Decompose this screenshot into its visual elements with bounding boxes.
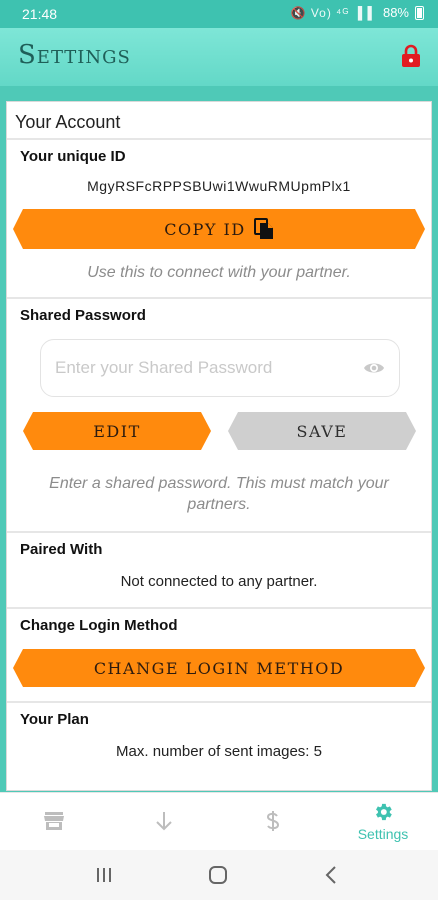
- status-time: 21:48: [22, 6, 58, 22]
- plan-detail: Max. number of sent images: 5: [116, 743, 322, 760]
- gear-icon: [376, 803, 392, 821]
- status-icons: 🔇 Vo) ⁴ᴳ ▐ ▌ 88%: [291, 5, 424, 20]
- signal-icons: 🔇 Vo) ⁴ᴳ ▐ ▌: [290, 5, 377, 20]
- unique-id-section: Your unique ID MgyRSFcRPPSBUwi1WwuRMUpmP…: [7, 140, 431, 299]
- nav-item-store[interactable]: [9, 793, 99, 851]
- app-bar: Settings: [0, 28, 438, 86]
- shared-password-label: Shared Password: [20, 307, 146, 324]
- your-account-header: Your Account: [7, 102, 431, 140]
- change-login-method-label: CHANGE LOGIN METHOD: [93, 658, 345, 678]
- nav-item-settings[interactable]: Settings: [338, 793, 428, 851]
- lock-icon[interactable]: [401, 44, 421, 68]
- copy-icon: [254, 218, 274, 240]
- main-content: Your Account Your unique ID MgyRSFcRPPSB…: [0, 86, 438, 792]
- dollar-icon: [266, 811, 280, 831]
- bottom-nav: Settings: [0, 792, 438, 850]
- back-icon[interactable]: [320, 864, 344, 886]
- status-bar: 21:48 🔇 Vo) ⁴ᴳ ▐ ▌ 88%: [0, 0, 438, 28]
- paired-with-section: Paired With Not connected to any partner…: [7, 533, 431, 609]
- copy-id-label: COPY ID: [164, 219, 246, 239]
- store-icon: [44, 812, 64, 830]
- shared-password-input[interactable]: [41, 340, 341, 396]
- paired-status: Not connected to any partner.: [120, 573, 318, 590]
- download-icon: [156, 812, 172, 831]
- unique-id-label: Your unique ID: [20, 148, 126, 165]
- change-login-method-button[interactable]: CHANGE LOGIN METHOD: [13, 649, 425, 687]
- copy-id-button[interactable]: COPY ID: [13, 209, 425, 249]
- nav-item-purchases[interactable]: [228, 793, 318, 851]
- battery-icon: [415, 5, 424, 20]
- recent-apps-icon[interactable]: [92, 864, 116, 886]
- battery-percent: 88%: [382, 5, 409, 20]
- copy-hint: Use this to connect with your partner.: [87, 264, 351, 281]
- eye-icon[interactable]: [363, 360, 385, 376]
- unique-id-value: MgyRSFcRPPSBUwi1WwuRMUpmPlx1: [87, 178, 351, 194]
- paired-with-label: Paired With: [20, 541, 103, 558]
- edit-label: EDIT: [93, 421, 141, 441]
- nav-item-downloads[interactable]: [119, 793, 209, 851]
- plan-section: Your Plan Max. number of sent images: 5: [7, 703, 431, 760]
- shared-password-section: Shared Password EDIT SAVE Enter a shared…: [7, 299, 431, 533]
- page-title: Settings: [18, 40, 131, 70]
- plan-label: Your Plan: [20, 711, 89, 728]
- shared-password-hint: Enter a shared password. This must match…: [49, 475, 389, 513]
- login-method-label: Change Login Method: [20, 617, 178, 634]
- login-method-section: Change Login Method CHANGE LOGIN METHOD: [7, 609, 431, 703]
- system-nav-bar: [0, 850, 438, 900]
- home-icon[interactable]: [206, 864, 230, 886]
- save-label: SAVE: [296, 421, 348, 441]
- edit-button[interactable]: EDIT: [23, 412, 211, 450]
- nav-label-settings: Settings: [357, 826, 409, 842]
- settings-panel: Your Account Your unique ID MgyRSFcRPPSB…: [6, 101, 432, 791]
- shared-password-field: [40, 339, 400, 397]
- save-button[interactable]: SAVE: [228, 412, 416, 450]
